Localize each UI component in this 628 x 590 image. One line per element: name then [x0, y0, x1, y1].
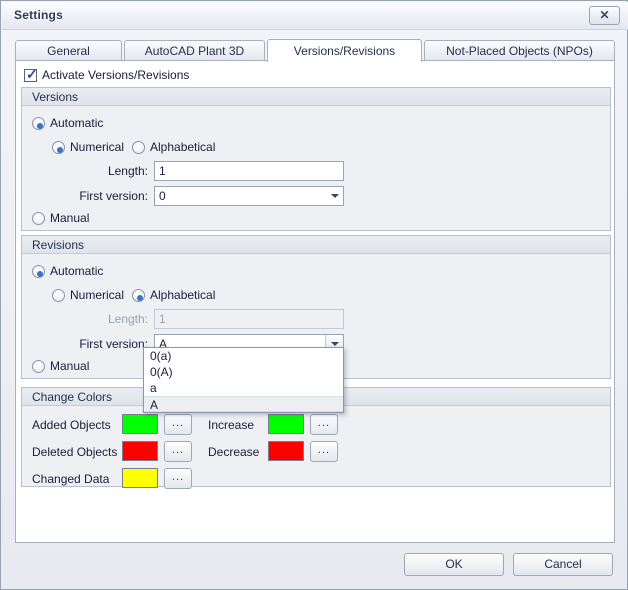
versions-numerical-label: Numerical [70, 140, 125, 154]
tab-versions-revisions[interactable]: Versions/Revisions [267, 39, 422, 62]
changed-data-swatch[interactable] [122, 468, 158, 488]
versions-first-version-combo[interactable]: 0 [154, 186, 344, 206]
versions-automatic-label: Automatic [50, 116, 104, 130]
chevron-down-icon[interactable] [326, 187, 343, 205]
window-title: Settings [14, 8, 63, 22]
revisions-numerical-label: Numerical [70, 288, 125, 302]
check-icon: ✓ [26, 66, 38, 82]
radio-circle [32, 265, 45, 278]
radio-circle [32, 360, 45, 373]
revisions-first-version-dropdown-list[interactable]: 0(a) 0(A) a A [143, 347, 344, 413]
added-objects-label: Added Objects [32, 418, 111, 432]
deleted-objects-label: Deleted Objects [32, 445, 118, 459]
radio-circle [52, 141, 65, 154]
deleted-objects-browse-button[interactable]: ... [164, 441, 192, 462]
radio-circle [132, 289, 145, 302]
increase-browse-button[interactable]: ... [310, 414, 338, 435]
activate-label: Activate Versions/Revisions [42, 68, 190, 82]
change-colors-group-title: Change Colors [32, 390, 113, 404]
revisions-first-version-label: First version: [79, 337, 148, 351]
revisions-alphabetical-label: Alphabetical [150, 288, 216, 302]
changed-data-browse-button[interactable]: ... [164, 468, 192, 489]
ok-button[interactable]: OK [404, 553, 504, 576]
dropdown-option[interactable]: 0(a) [144, 348, 343, 364]
close-button[interactable]: ✕ [589, 6, 620, 25]
dropdown-option[interactable]: 0(A) [144, 364, 343, 380]
settings-dialog-window: Settings ✕ General AutoCAD Plant 3D Vers… [0, 0, 628, 590]
increase-swatch[interactable] [268, 414, 304, 434]
radio-circle [132, 141, 145, 154]
decrease-swatch[interactable] [268, 441, 304, 461]
revisions-length-label: Length: [107, 312, 148, 326]
tab-strip: General AutoCAD Plant 3D Versions/Revisi… [15, 39, 615, 62]
versions-group-header: Versions [22, 88, 610, 106]
radio-circle [52, 289, 65, 302]
versions-group: Versions Automatic Numerical Alphabetica… [21, 87, 611, 231]
cancel-button[interactable]: Cancel [513, 553, 613, 576]
deleted-objects-swatch[interactable] [122, 441, 158, 461]
radio-dot [56, 146, 63, 153]
versions-manual-label: Manual [50, 211, 90, 225]
dropdown-option-selected[interactable]: A [144, 396, 343, 412]
revisions-group-title: Revisions [32, 238, 85, 252]
radio-dot [36, 270, 43, 277]
tab-general[interactable]: General [15, 40, 122, 61]
tab-not-placed-objects[interactable]: Not-Placed Objects (NPOs) [424, 40, 615, 61]
versions-group-title: Versions [32, 90, 79, 104]
radio-circle [32, 117, 45, 130]
checkbox-box: ✓ [24, 66, 38, 82]
added-objects-browse-button[interactable]: ... [164, 414, 192, 435]
decrease-label: Decrease [208, 445, 260, 459]
versions-length-input[interactable]: 1 [154, 161, 344, 181]
changed-data-label: Changed Data [32, 472, 110, 486]
versions-first-version-label: First version: [79, 189, 148, 203]
decrease-browse-button[interactable]: ... [310, 441, 338, 462]
increase-label: Increase [208, 418, 255, 432]
tab-autocad-plant-3d[interactable]: AutoCAD Plant 3D [124, 40, 265, 61]
versions-length-label: Length: [107, 164, 148, 178]
revisions-automatic-label: Automatic [50, 264, 104, 278]
revisions-group-header: Revisions [22, 236, 610, 254]
dropdown-option[interactable]: a [144, 380, 343, 396]
versions-first-version-value: 0 [159, 189, 166, 203]
radio-circle [32, 212, 45, 225]
title-bar: Settings ✕ [2, 2, 628, 30]
revisions-manual-label: Manual [50, 359, 90, 373]
radio-dot [136, 294, 143, 301]
close-icon: ✕ [599, 8, 610, 22]
versions-alphabetical-label: Alphabetical [150, 140, 216, 154]
radio-dot [36, 122, 43, 129]
revisions-length-input: 1 [154, 309, 344, 329]
added-objects-swatch[interactable] [122, 414, 158, 434]
